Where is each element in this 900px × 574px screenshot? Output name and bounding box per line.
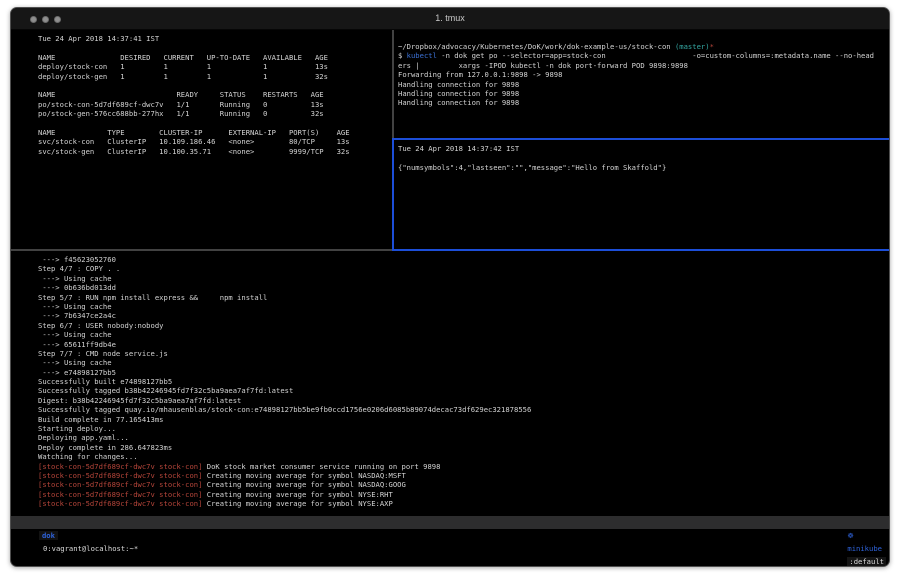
terminal-line: ---> 0b636bd013dd xyxy=(38,283,889,292)
terminal-line: ---> Using cache xyxy=(38,302,889,311)
terminal-line: Forwarding from 127.0.0.1:9898 -> 9898 xyxy=(398,70,889,79)
terminal-line: ~/Dropbox/advocacy/Kubernetes/DoK/work/d… xyxy=(398,42,889,51)
terminal-line: Watching for changes... xyxy=(38,452,889,461)
terminal-line: Digest: b38b42246945fd7f32c5ba9aea7af7fd… xyxy=(38,396,889,405)
terminal-window: 1. tmux Tue 24 Apr 2018 14:37:41 IST NAME… xyxy=(10,7,890,567)
kube-namespace-label: :default xyxy=(847,557,886,566)
terminal-line: Tue 24 Apr 2018 14:37:42 IST xyxy=(398,144,889,153)
terminal-line xyxy=(398,153,889,162)
terminal-line xyxy=(38,81,392,90)
terminal-line: [stock-con-5d7df689cf-dwc7v stock-con] C… xyxy=(38,480,889,489)
terminal-line: Step 4/7 : COPY . . xyxy=(38,264,889,273)
pane-divider-horizontal-right-active[interactable] xyxy=(392,249,889,251)
terminal-line: Handling connection for 9898 xyxy=(398,98,889,107)
window-controls xyxy=(30,16,61,23)
terminal-line xyxy=(38,43,392,52)
terminal-line: NAME TYPE CLUSTER-IP EXTERNAL-IP PORT(S)… xyxy=(38,128,392,137)
terminal-line: Step 7/7 : CMD node service.js xyxy=(38,349,889,358)
terminal-line: Step 5/7 : RUN npm install express && np… xyxy=(38,293,889,302)
terminal-line: $ kubectl -n dok get po --selector=app=s… xyxy=(398,51,889,60)
terminal-line: ---> e74898127bb5 xyxy=(38,368,889,377)
minimize-button[interactable] xyxy=(42,16,49,23)
pane-service-response[interactable]: Tue 24 Apr 2018 14:37:42 IST {"numsymbols… xyxy=(394,140,889,249)
pane-divider-vertical-bottom[interactable] xyxy=(392,138,394,250)
terminal-line: [stock-con-5d7df689cf-dwc7v stock-con] C… xyxy=(38,499,889,508)
pane-divider-horizontal-left[interactable] xyxy=(11,249,392,251)
terminal-line: svc/stock-gen ClusterIP 10.100.35.71 <no… xyxy=(38,147,392,156)
pane-port-forward[interactable]: ~/Dropbox/advocacy/Kubernetes/DoK/work/d… xyxy=(394,30,889,138)
terminal-line: Deploying app.yaml... xyxy=(38,433,889,442)
terminal-line: po/stock-con-5d7df689cf-dwc7v 1/1 Runnin… xyxy=(38,100,392,109)
terminal-line: po/stock-gen-576cc688bb-277hx 1/1 Runnin… xyxy=(38,109,392,118)
terminal-line: Deploy complete in 286.647823ms xyxy=(38,443,889,452)
window-titlebar: 1. tmux xyxy=(11,8,889,30)
zoom-button[interactable] xyxy=(54,16,61,23)
terminal-line: Successfully tagged b38b42246945fd7f32c5… xyxy=(38,386,889,395)
terminal-line xyxy=(38,119,392,128)
kube-context-label: minikube xyxy=(847,544,882,553)
terminal-line: Step 6/7 : USER nobody:nobody xyxy=(38,321,889,330)
terminal-line: svc/stock-con ClusterIP 10.109.186.46 <n… xyxy=(38,137,392,146)
terminal-line: Handling connection for 9898 xyxy=(398,89,889,98)
pane-kubectl-resources[interactable]: Tue 24 Apr 2018 14:37:41 IST NAME DESIRED… xyxy=(11,30,392,249)
terminal-line: ---> Using cache xyxy=(38,274,889,283)
terminal-line: [stock-con-5d7df689cf-dwc7v stock-con] D… xyxy=(38,462,889,471)
terminal-line: Successfully tagged quay.io/mhausenblas/… xyxy=(38,405,889,414)
tmux-session-name[interactable]: dok xyxy=(39,531,58,540)
pane-divider-horizontal-right[interactable] xyxy=(392,138,889,140)
close-button[interactable] xyxy=(30,16,37,23)
terminal-line: [stock-con-5d7df689cf-dwc7v stock-con] C… xyxy=(38,490,889,499)
terminal-line: ---> 65611ff9db4e xyxy=(38,340,889,349)
terminal-content: Tue 24 Apr 2018 14:37:41 IST NAME DESIRED… xyxy=(11,30,889,567)
terminal-line: ---> Using cache xyxy=(38,358,889,367)
status-bar-left: dok 0:vagrant@localhost:~* xyxy=(13,516,138,567)
terminal-line: [stock-con-5d7df689cf-dwc7v stock-con] C… xyxy=(38,471,889,480)
terminal-line: ---> Using cache xyxy=(38,330,889,339)
terminal-line: Handling connection for 9898 xyxy=(398,80,889,89)
terminal-line: Successfully built e74898127bb5 xyxy=(38,377,889,386)
tmux-status-bar: dok 0:vagrant@localhost:~* ☸ minikube :d… xyxy=(11,516,889,529)
window-title: 1. tmux xyxy=(11,8,889,29)
status-bar-right: ☸ minikube :default xyxy=(821,516,886,567)
tmux-window-item[interactable]: 0:vagrant@localhost:~* xyxy=(39,544,138,553)
terminal-line: deploy/stock-con 1 1 1 1 13s xyxy=(38,62,392,71)
terminal-line: NAME DESIRED CURRENT UP-TO-DATE AVAILABL… xyxy=(38,53,392,62)
terminal-line: Starting deploy... xyxy=(38,424,889,433)
terminal-line: ers | xargs -IPOD kubectl -n dok port-fo… xyxy=(398,61,889,70)
terminal-line: NAME READY STATUS RESTARTS AGE xyxy=(38,90,392,99)
terminal-line: Build complete in 77.165413ms xyxy=(38,415,889,424)
terminal-line: deploy/stock-gen 1 1 1 1 32s xyxy=(38,72,392,81)
terminal-line: ---> f45623052760 xyxy=(38,255,889,264)
pane-divider-vertical-top[interactable] xyxy=(392,30,394,138)
terminal-line: Tue 24 Apr 2018 14:37:41 IST xyxy=(38,34,392,43)
kube-helm-icon: ☸ xyxy=(847,531,856,540)
terminal-line: {"numsymbols":4,"lastseen":"","message":… xyxy=(398,163,889,172)
terminal-line: ---> 7b6347ce2a4c xyxy=(38,311,889,320)
pane-skaffold-build-log[interactable]: ---> f45623052760Step 4/7 : COPY . . ---… xyxy=(11,251,889,523)
